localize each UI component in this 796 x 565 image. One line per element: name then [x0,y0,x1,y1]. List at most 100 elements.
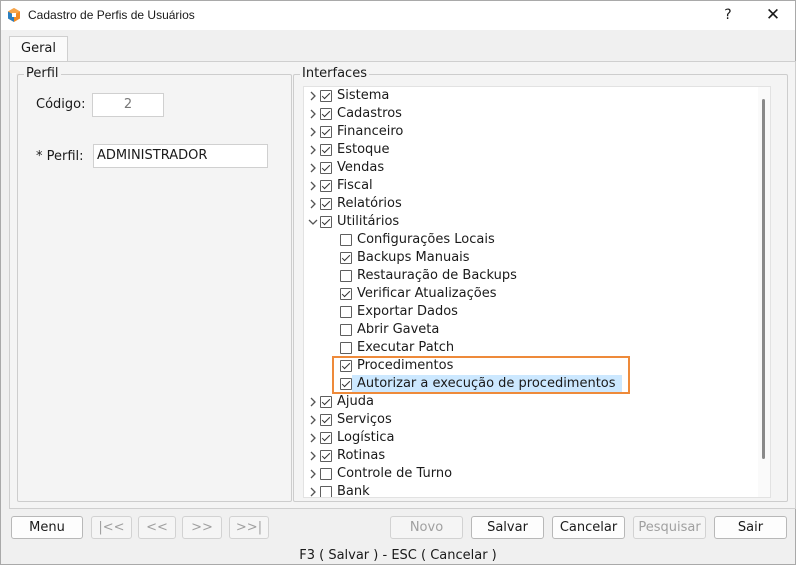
tree-item[interactable]: Relatórios [304,195,744,213]
unchecked-checkbox[interactable] [340,342,352,354]
chevron-right-icon[interactable] [307,87,319,105]
chevron-right-icon[interactable] [307,483,319,497]
unchecked-checkbox[interactable] [340,306,352,318]
sair-button[interactable]: Sair [714,516,787,539]
tree-item[interactable]: Logística [304,429,744,447]
checked-checkbox[interactable] [320,396,332,408]
checked-checkbox[interactable] [320,414,332,426]
codigo-field[interactable]: 2 [92,93,164,117]
menu-button[interactable]: Menu [11,516,83,539]
checked-checkbox[interactable] [320,126,332,138]
help-button[interactable]: ? [708,1,748,30]
tree-item-label: Abrir Gaveta [357,322,440,337]
tree-item-label: Fiscal [337,178,373,193]
unchecked-checkbox[interactable] [340,270,352,282]
chevron-right-icon[interactable] [307,177,319,195]
shortcut-status-bar: F3 ( Salvar ) - ESC ( Cancelar ) [299,548,497,563]
tree-item-label: Bank [337,484,370,498]
chevron-right-icon[interactable] [307,429,319,447]
checked-checkbox[interactable] [320,108,332,120]
tree-item-label: Verificar Atualizações [357,286,497,301]
tree-item-label: Ajuda [337,394,374,409]
previous-record-button[interactable]: << [138,516,176,539]
tree-item[interactable]: Financeiro [304,123,744,141]
chevron-right-icon[interactable] [307,393,319,411]
checked-checkbox[interactable] [320,216,332,228]
novo-button[interactable]: Novo [390,516,463,539]
tree-item-label: Serviços [337,412,392,427]
tree-item[interactable]: Verificar Atualizações [304,285,744,303]
tree-item[interactable]: Vendas [304,159,744,177]
interfaces-group: Interfaces Sistema Cadastros Financeiro Est… [293,66,788,502]
checked-checkbox[interactable] [320,162,332,174]
chevron-right-icon[interactable] [307,105,319,123]
tree-item-label: Relatórios [337,196,402,211]
checked-checkbox[interactable] [320,432,332,444]
tree-item-label: Financeiro [337,124,404,139]
tree-item[interactable]: Rotinas [304,447,744,465]
window-title: Cadastro de Perfis de Usuários [28,8,195,22]
tab-geral[interactable]: Geral [9,36,68,62]
chevron-right-icon[interactable] [307,465,319,483]
tree-item[interactable]: Backups Manuais [304,249,744,267]
perfil-field[interactable]: ADMINISTRADOR [93,144,268,168]
tree-item-label: Logística [337,430,395,445]
salvar-button[interactable]: Salvar [471,516,544,539]
tree-item-label: Exportar Dados [357,304,458,319]
tree-item[interactable]: Bank [304,483,744,498]
checked-checkbox[interactable] [340,288,352,300]
next-record-button[interactable]: >> [182,516,222,539]
unchecked-checkbox[interactable] [320,468,332,480]
chevron-right-icon[interactable] [307,447,319,465]
pesquisar-button[interactable]: Pesquisar [633,516,706,539]
tree-scroll-thumb[interactable] [762,99,765,459]
chevron-right-icon[interactable] [307,411,319,429]
tree-item[interactable]: Utilitários [304,213,744,231]
unchecked-checkbox[interactable] [320,486,332,497]
interfaces-group-legend: Interfaces [300,66,369,82]
checked-checkbox[interactable] [340,252,352,264]
tree-item[interactable]: Cadastros [304,105,744,123]
tree-item-label: Sistema [337,88,390,103]
unchecked-checkbox[interactable] [340,324,352,336]
cancelar-button[interactable]: Cancelar [552,516,625,539]
chevron-right-icon[interactable] [307,141,319,159]
close-button[interactable]: ✕ [753,1,793,30]
first-record-button[interactable]: |<< [91,516,132,539]
chevron-right-icon[interactable] [307,159,319,177]
tree-item[interactable]: Estoque [304,141,744,159]
tree-item[interactable]: Abrir Gaveta [304,321,744,339]
tab-panel-geral: Perfil Código: 2 * Perfil: ADMINISTRADOR… [9,61,796,509]
tree-item[interactable]: Ajuda [304,393,744,411]
checked-checkbox[interactable] [320,180,332,192]
tree-item[interactable]: Restauração de Backups [304,267,744,285]
tree-item-label: Configurações Locais [357,232,495,247]
checked-checkbox[interactable] [320,144,332,156]
tree-item[interactable]: Configurações Locais [304,231,744,249]
tree-item-label: Restauração de Backups [357,268,517,283]
tree-item[interactable]: Sistema [304,87,744,105]
checked-checkbox[interactable] [320,198,332,210]
codigo-label: Código: [36,97,86,112]
app-window: Cadastro de Perfis de Usuários ? ✕ Geral… [0,0,796,565]
unchecked-checkbox[interactable] [340,234,352,246]
tree-item-label: Rotinas [337,448,386,463]
chevron-right-icon[interactable] [307,195,319,213]
tree-item[interactable]: Controle de Turno [304,465,744,483]
tree-scrollbar[interactable] [758,87,770,497]
interfaces-tree[interactable]: Sistema Cadastros Financeiro Estoque Vendas F… [303,86,771,498]
chevron-right-icon[interactable] [307,123,319,141]
tree-item[interactable]: Serviços [304,411,744,429]
chevron-down-icon[interactable] [307,213,319,231]
checked-checkbox[interactable] [320,90,332,102]
tree-item-label: Vendas [337,160,385,175]
app-logo-icon [8,8,20,22]
tree-item-label: Estoque [337,142,390,157]
tree-item-label: Controle de Turno [337,466,453,481]
perfil-group-legend: Perfil [24,66,61,82]
tree-item[interactable]: Exportar Dados [304,303,744,321]
tree-item[interactable]: Fiscal [304,177,744,195]
tree-item[interactable]: Executar Patch [304,339,744,357]
checked-checkbox[interactable] [320,450,332,462]
last-record-button[interactable]: >>| [229,516,269,539]
